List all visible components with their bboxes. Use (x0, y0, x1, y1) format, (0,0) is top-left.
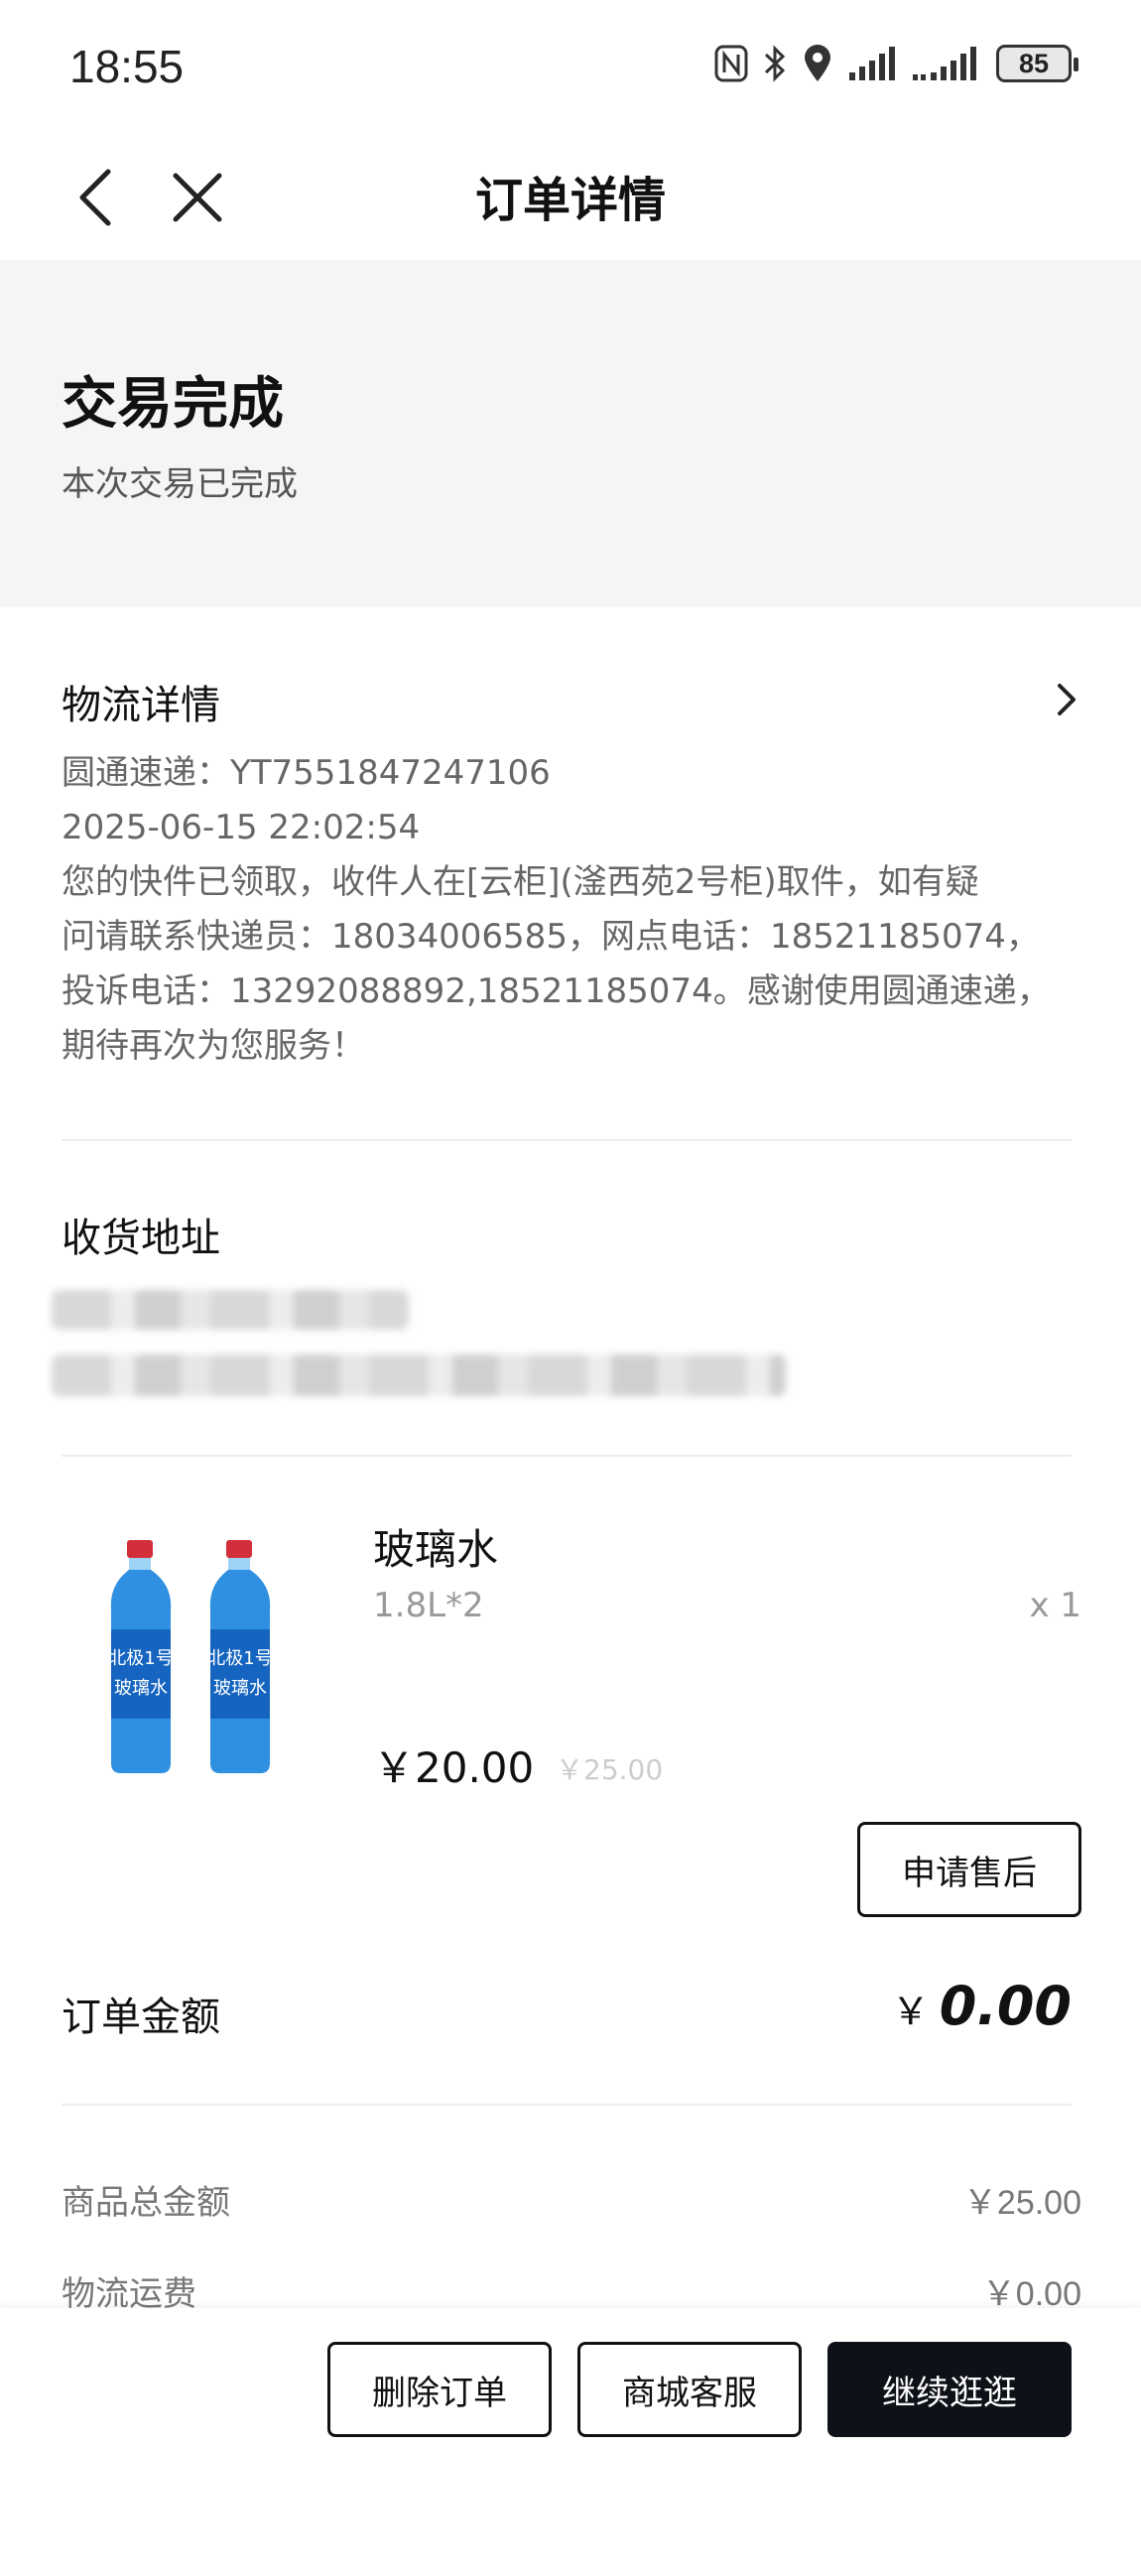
logistics-message-line: 问请联系快递员：18034006585，网点电话：18521185074， (62, 917, 1040, 957)
signal-icon (847, 45, 897, 82)
nfc-icon (714, 45, 748, 82)
divider (62, 1139, 1072, 1141)
status-bar: 18:55 85 (0, 0, 1141, 139)
product-quantity: x 1 (1029, 1586, 1081, 1625)
divider (62, 1455, 1072, 1457)
order-status-title: 交易完成 (62, 372, 284, 437)
logistics-message-line: 您的快件已领取，收件人在[云柜](滏西苑2号柜)取件，如有疑 (62, 862, 979, 902)
continue-shopping-button[interactable]: 继续逛逛 (827, 2342, 1072, 2437)
logistics-time: 2025-06-15 22:02:54 (62, 808, 421, 847)
logistics-section[interactable]: 物流详情 圆通速递：YT7551847247106 2025-06-15 22:… (62, 667, 1079, 1074)
product-original-price: ￥25.00 (556, 1753, 664, 1786)
product-price: ￥20.00 (373, 1743, 535, 1792)
goods-total-value: ￥25.00 (962, 2184, 1081, 2222)
order-amount-value: ￥ 0.00 (892, 1975, 1072, 2037)
order-status-panel: 交易完成 本次交易已完成 (0, 260, 1141, 607)
logistics-title: 物流详情 (62, 683, 220, 728)
page-title: 订单详情 (474, 173, 666, 228)
bottle-label-1: 北极1号 (108, 1648, 173, 1669)
bottle-label-1: 北极1号 (207, 1648, 272, 1669)
status-icons: 85 (714, 44, 1078, 83)
product-name[interactable]: 玻璃水 (373, 1516, 498, 1577)
signal-icon-2 (911, 45, 982, 82)
currency-symbol: ￥ (891, 1990, 930, 2033)
battery-icon: 85 (996, 45, 1078, 82)
address-section: 收货地址 (62, 1206, 220, 1263)
product-image[interactable]: 北极1号 玻璃水 北极1号 玻璃水 (99, 1540, 298, 1778)
location-icon (802, 44, 833, 83)
chevron-right-icon[interactable] (1054, 680, 1079, 723)
logistics-message-line: 投诉电话：13292088892,18521185074。感谢使用圆通速递， (62, 971, 1051, 1011)
after-sales-button[interactable]: 申请售后 (857, 1822, 1081, 1917)
logistics-message-line: 期待再次为您服务！ (62, 1026, 365, 1066)
delete-order-button[interactable]: 删除订单 (327, 2342, 552, 2437)
goods-total-label: 商品总金额 (62, 2183, 230, 2223)
logistics-header[interactable]: 物流详情 (62, 667, 1079, 736)
address-title: 收货地址 (62, 1216, 220, 1261)
address-blurred-detail (52, 1354, 786, 1396)
bottle-label-2: 玻璃水 (213, 1678, 267, 1699)
status-time: 18:55 (69, 41, 185, 92)
bottle-label-2: 玻璃水 (114, 1678, 168, 1699)
order-status-subtitle: 本次交易已完成 (62, 464, 298, 504)
logistics-carrier: 圆通速递：YT7551847247106 (62, 753, 551, 793)
product-spec: 1.8L*2 (373, 1586, 484, 1625)
address-blurred-name (52, 1290, 409, 1330)
divider (62, 2104, 1072, 2106)
order-amount-label: 订单金额 (62, 1995, 220, 2040)
bluetooth-icon (762, 44, 788, 83)
bottom-action-bar: 删除订单 商城客服 继续逛逛 (0, 2308, 1141, 2576)
nav-bar: 订单详情 (0, 139, 1141, 260)
order-amount-number: 0.00 (939, 1975, 1072, 2037)
customer-service-button[interactable]: 商城客服 (577, 2342, 802, 2437)
